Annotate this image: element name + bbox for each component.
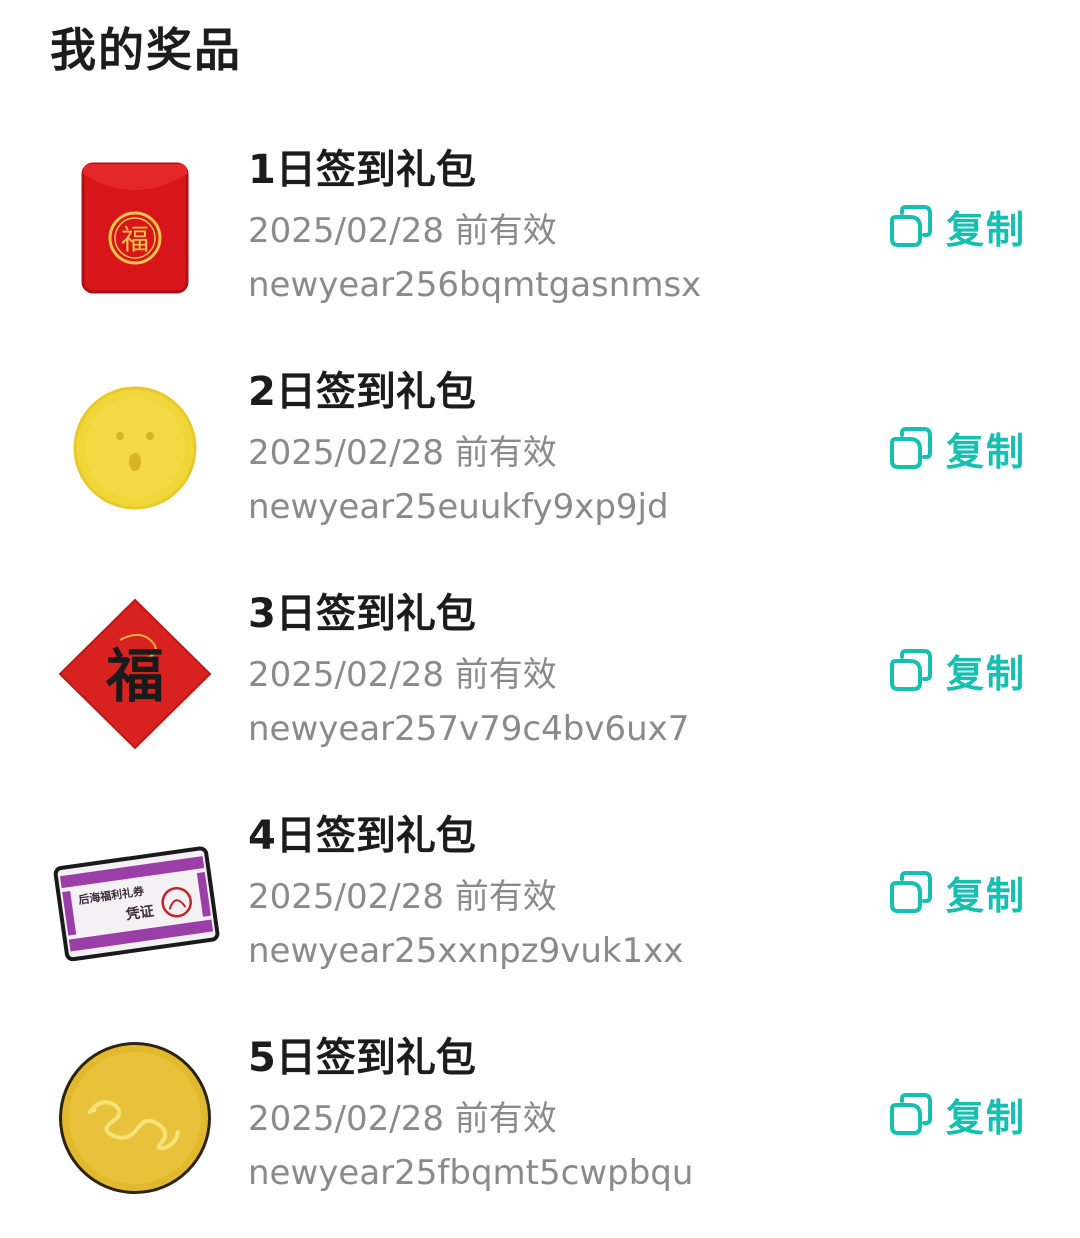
copy-icon (890, 1093, 932, 1135)
gold-snake-coin-icon (50, 1032, 220, 1202)
copy-button[interactable]: 复制 (888, 420, 1026, 476)
copy-label: 复制 (946, 207, 1027, 252)
gold-coin-face-icon (50, 366, 220, 536)
prize-expiry: 2025/02/28 前有效 (248, 433, 557, 473)
prize-code: newyear257v79c4bv6ux7 (248, 709, 690, 749)
prize-code: newyear25euukfy9xp9jd (248, 487, 669, 527)
copy-button[interactable]: 复制 (888, 864, 1026, 920)
prize-item: 福 3日签到礼包 2025/02/28 前有效 newyear257v79c4b… (0, 572, 1080, 794)
red-envelope-icon: 福 (50, 144, 220, 314)
prize-expiry: 2025/02/28 前有效 (248, 655, 557, 695)
red-envelope-glyph: 福 (121, 223, 149, 256)
prize-name: 1日签到礼包 (248, 147, 476, 193)
prize-item: 福 1日签到礼包 2025/02/28 前有效 newyear256bqmtga… (0, 128, 1080, 350)
copy-label: 复制 (946, 651, 1027, 696)
copy-button[interactable]: 复制 (888, 198, 1026, 254)
copy-icon (890, 205, 932, 247)
fu-diamond-glyph: 福 (105, 642, 164, 710)
prize-list: 福 1日签到礼包 2025/02/28 前有效 newyear256bqmtga… (0, 128, 1080, 1238)
prize-expiry: 2025/02/28 前有效 (248, 211, 557, 251)
prize-code: newyear256bqmtgasnmsx (248, 265, 702, 305)
prize-code: newyear25fbqmt5cwpbqu (248, 1153, 694, 1193)
page-title: 我的奖品 (50, 23, 242, 77)
copy-button[interactable]: 复制 (888, 642, 1026, 698)
copy-label: 复制 (946, 1095, 1027, 1140)
copy-icon (890, 649, 932, 691)
prize-expiry: 2025/02/28 前有效 (248, 877, 557, 917)
prize-name: 2日签到礼包 (248, 369, 476, 415)
prize-expiry: 2025/02/28 前有效 (248, 1099, 557, 1139)
copy-icon (890, 871, 932, 913)
prize-item: 5日签到礼包 2025/02/28 前有效 newyear25fbqmt5cwp… (0, 1016, 1080, 1238)
prize-name: 4日签到礼包 (248, 813, 476, 859)
fu-diamond-icon: 福 (50, 588, 220, 758)
prize-code: newyear25xxnpz9vuk1xx (248, 931, 684, 971)
voucher-card-icon: 后海福利礼券 凭证 (50, 810, 220, 980)
copy-label: 复制 (946, 429, 1027, 474)
prize-name: 5日签到礼包 (248, 1035, 476, 1081)
prize-item: 2日签到礼包 2025/02/28 前有效 newyear25euukfy9xp… (0, 350, 1080, 572)
copy-icon (890, 427, 932, 469)
prize-name: 3日签到礼包 (248, 591, 476, 637)
copy-label: 复制 (946, 873, 1027, 918)
prize-item: 后海福利礼券 凭证 4日签到礼包 2025/02/28 前有效 newyear2… (0, 794, 1080, 1016)
copy-button[interactable]: 复制 (888, 1086, 1026, 1142)
